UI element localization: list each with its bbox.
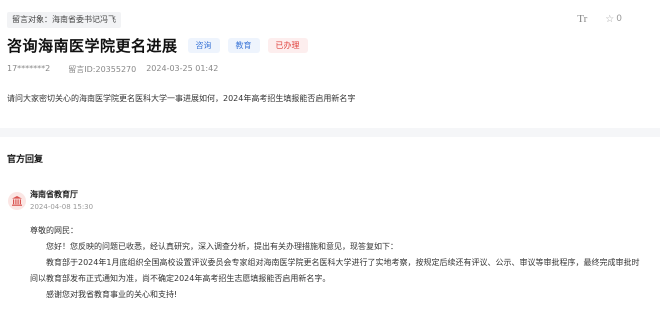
- author-id: 17*******2: [7, 64, 51, 73]
- reply-paragraph-3: 感谢您对我省教育事业的关心和支持!: [46, 290, 178, 299]
- title-row: 咨询海南医学院更名进展 咨询 教育 已办理: [7, 35, 308, 56]
- message-header: 留言对象：海南省委书记冯飞 Tr ☆ 0 咨询海南医学院更名进展 咨询 教育 已…: [0, 0, 660, 128]
- reply-organization: 海南省教育厅: [30, 190, 78, 199]
- reply-paragraph-2: 教育部于2024年1月底组织全国高校设置评议委员会专家组对海南医学院更名医科大学…: [46, 258, 640, 267]
- government-building-icon: [12, 196, 22, 206]
- reply-paragraph-2-continued: 间以教育部发布正式通知为准，尚不确定2024年高考招生志愿填报能否启用新名字。: [30, 274, 331, 283]
- toolbar: Tr ☆ 0: [577, 13, 622, 25]
- message-time: 2024-03-25 01:42: [146, 64, 219, 73]
- reply-time: 2024-04-08 15:30: [30, 203, 94, 211]
- reply-paragraph-1: 您好！您反映的问题已收悉，经认真研究，深入调查分析，提出有关办理措施和意见，现答…: [46, 242, 398, 251]
- question-text: 请问大家密切关心的海南医学院更名医科大学一事进展如何，2024年高考招生填报能否…: [7, 94, 356, 103]
- tag-education: 教育: [227, 38, 260, 53]
- reply-greeting: 尊敬的网民：: [30, 226, 78, 235]
- status-badge: 已办理: [267, 38, 308, 53]
- star-icon: ☆: [605, 13, 615, 25]
- font-size-button[interactable]: Tr: [577, 13, 587, 25]
- section-divider: [0, 128, 660, 137]
- message-id: 留言ID:20355270: [68, 65, 137, 74]
- page-title: 咨询海南医学院更名进展: [7, 37, 178, 55]
- tag-consult: 咨询: [187, 38, 220, 53]
- favorite-count: 0: [616, 14, 622, 24]
- avatar: [8, 192, 26, 210]
- message-meta: 17*******2 留言ID:20355270 2024-03-25 01:4…: [7, 64, 218, 75]
- official-reply-heading: 官方回复: [7, 155, 44, 165]
- favorite-button[interactable]: ☆ 0: [605, 14, 622, 25]
- reply-body: 尊敬的网民： 您好！您反映的问题已收悉，经认真研究，深入调查分析，提出有关办理措…: [30, 223, 642, 303]
- recipient-tag: 留言对象：海南省委书记冯飞: [7, 12, 121, 28]
